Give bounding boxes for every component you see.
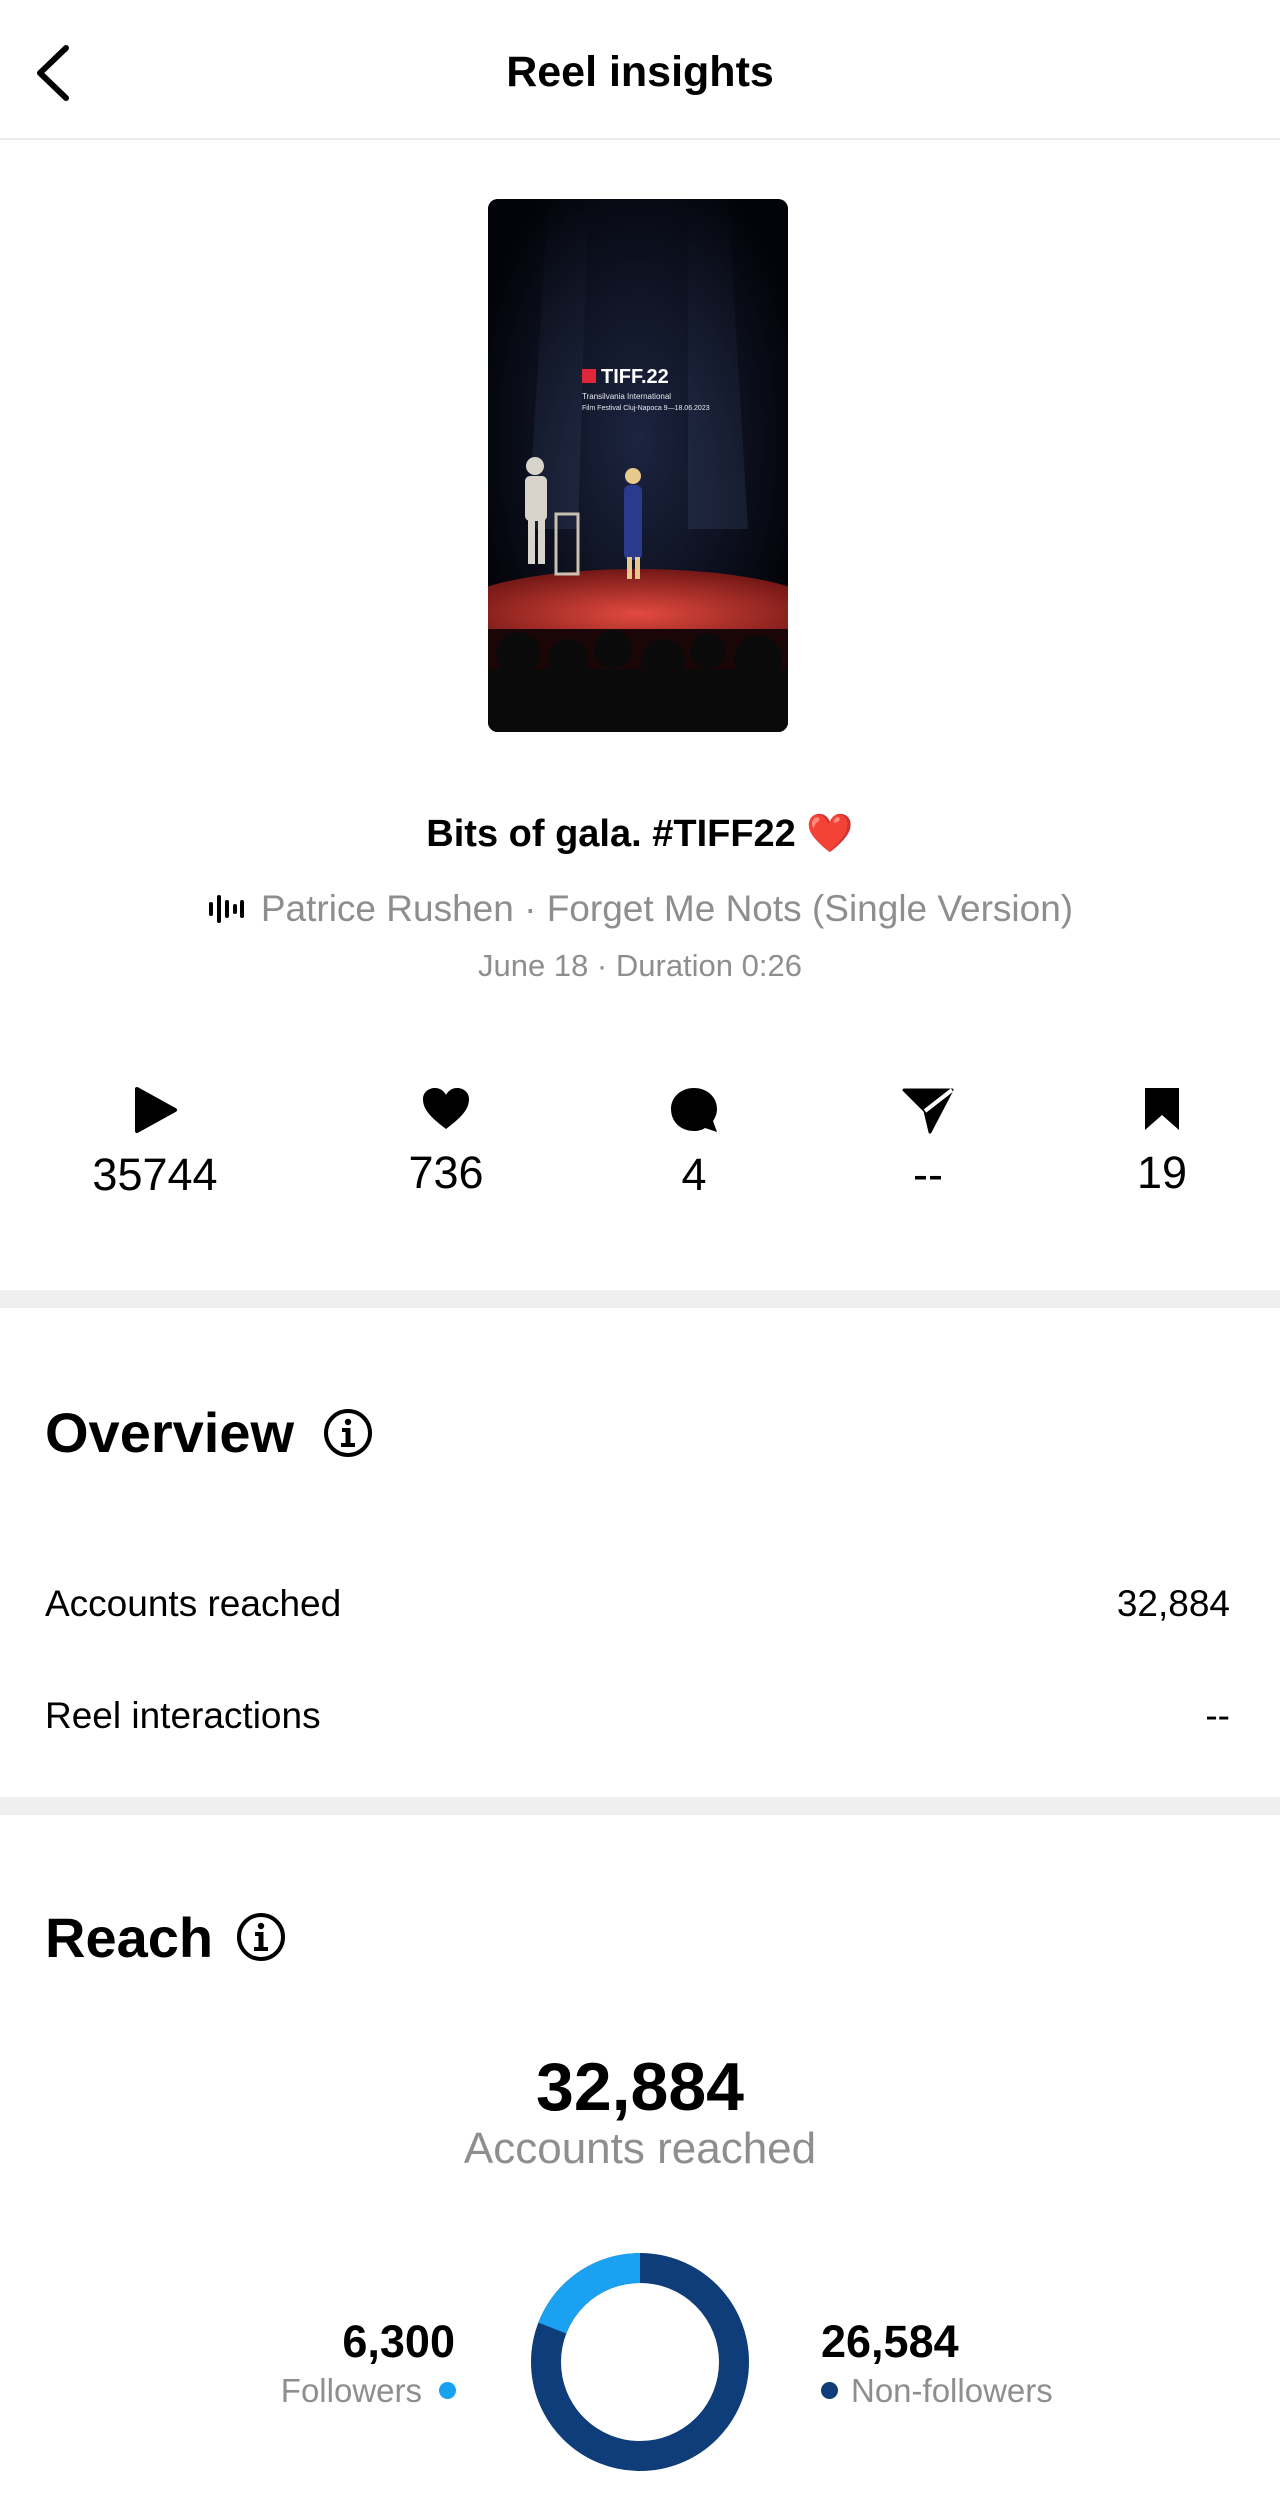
heart-icon: [423, 1088, 469, 1129]
reel-caption: Bits of gala. #TIFF22 ❤️: [426, 813, 854, 855]
reel-interactions-value: --: [1205, 1695, 1230, 1736]
reach-title: Reach: [45, 1906, 214, 1969]
reel-interactions-label: Reel interactions: [45, 1695, 321, 1736]
top-bar: Reel insights: [0, 0, 1280, 140]
section-divider: [0, 1290, 1280, 1308]
non-followers-legend-dot: [821, 2382, 838, 2399]
stat-plays: 35744: [55, 1085, 255, 1201]
non-followers-value: 26,584: [821, 2316, 959, 2367]
stat-value: 35744: [92, 1149, 218, 1200]
share-icon: [902, 1088, 954, 1134]
audio-track[interactable]: Patrice Rushen · Forget Me Nots (Single …: [0, 888, 1280, 934]
section-divider: [0, 1797, 1280, 1815]
reach-info-icon[interactable]: [235, 1911, 287, 1968]
overview-info-icon[interactable]: [322, 1407, 374, 1464]
followers-legend-dot: [439, 2382, 456, 2399]
followers-value: 6,300: [342, 2316, 455, 2367]
comment-icon: [671, 1088, 717, 1132]
accounts-reached-value: 32,884: [1116, 1583, 1230, 1624]
reach-total-value: 32,884: [536, 2049, 744, 2125]
audio-wave-icon: [207, 892, 245, 934]
play-icon: [135, 1087, 177, 1133]
stat-comments: 4: [594, 1085, 794, 1201]
svg-text:Film Festival Cluj-Napoca 9—18: Film Festival Cluj-Napoca 9—18.06.2023: [582, 405, 710, 412]
stat-shares: --: [828, 1085, 1028, 1201]
overview-title: Overview: [45, 1401, 295, 1464]
svg-text:Transilvania International: Transilvania International: [582, 392, 671, 401]
bookmark-icon: [1145, 1088, 1179, 1130]
reel-preview-image: TIFF.22 Transilvania International Film …: [488, 199, 788, 732]
audio-track-label: Patrice Rushen · Forget Me Nots (Single …: [260, 888, 1074, 929]
reach-donut-chart: [531, 2253, 749, 2471]
svg-text:TIFF.22: TIFF.22: [601, 366, 669, 388]
stat-value: 736: [408, 1147, 484, 1198]
stat-value: --: [913, 1149, 943, 1200]
non-followers-label: Non-followers: [851, 2372, 1053, 2409]
stat-likes: 736: [346, 1085, 546, 1199]
reach-total-label: Accounts reached: [463, 2124, 817, 2173]
followers-label: Followers: [280, 2372, 422, 2409]
page-title: Reel insights: [506, 48, 774, 96]
accounts-reached-label: Accounts reached: [45, 1583, 342, 1624]
stat-saves: 19: [1062, 1085, 1262, 1199]
stat-value: 4: [681, 1149, 707, 1200]
reel-meta: June 18 · Duration 0:26: [478, 948, 802, 983]
reel-thumbnail[interactable]: TIFF.22 Transilvania International Film …: [488, 199, 788, 732]
stat-value: 19: [1136, 1147, 1188, 1198]
